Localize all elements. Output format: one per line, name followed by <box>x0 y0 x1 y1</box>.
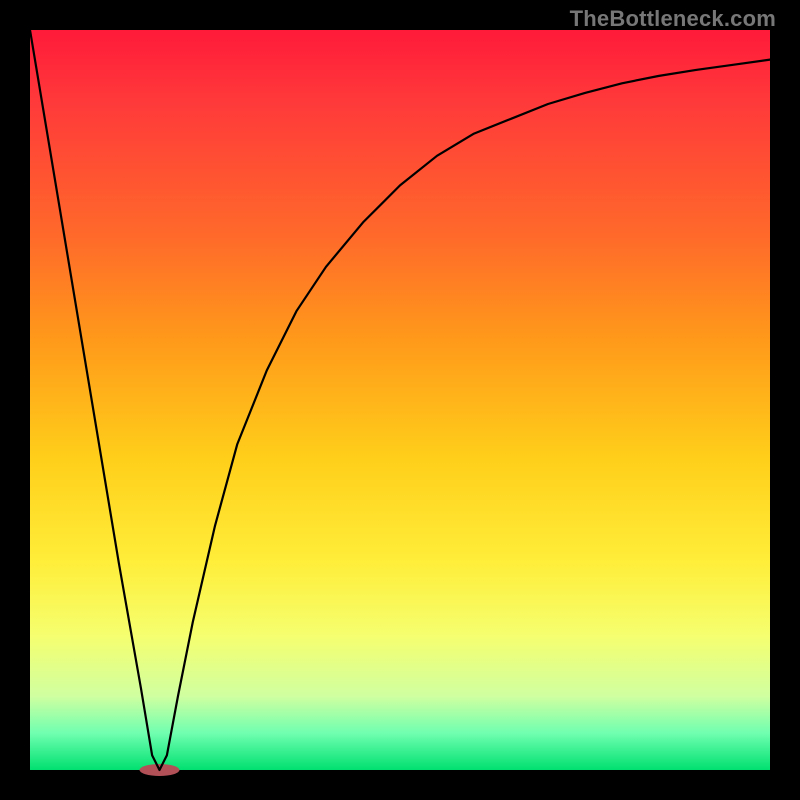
chart-svg <box>30 30 770 770</box>
plot-area <box>30 30 770 770</box>
chart-frame: TheBottleneck.com <box>0 0 800 800</box>
bottleneck-curve <box>30 30 770 770</box>
watermark-text: TheBottleneck.com <box>570 6 776 32</box>
